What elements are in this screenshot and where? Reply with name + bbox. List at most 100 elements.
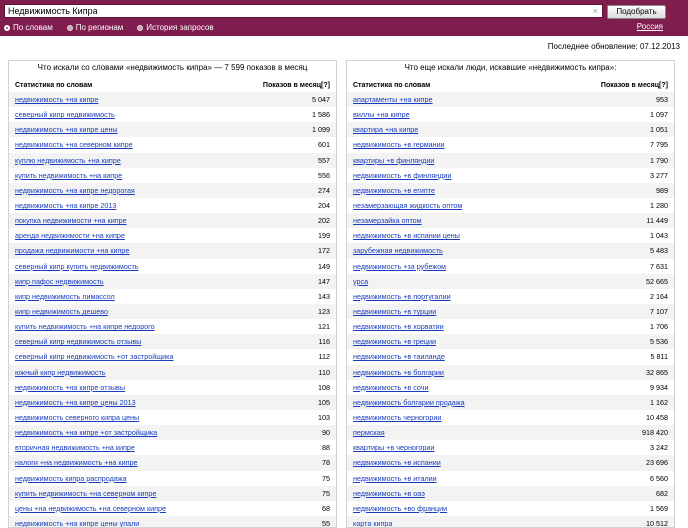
phrase-link[interactable]: недвижимость +в испании xyxy=(353,458,441,467)
table-row: северный кипр купить недвижимость 149 xyxy=(9,259,336,274)
table-row: незамерзающая жидкость оптом 1 280 xyxy=(347,198,674,213)
impressions-count: 556 xyxy=(318,170,330,180)
clear-icon[interactable]: × xyxy=(593,5,598,17)
table-row: недвижимость +на кипре 5 047 xyxy=(9,92,336,108)
impressions-count: 6 560 xyxy=(650,473,668,483)
radio-icon[interactable] xyxy=(66,25,73,31)
table-row: куплю недвижимость +на кипре 557 xyxy=(9,152,336,168)
phrase-link[interactable]: недвижимость +на кипре +от застройщика xyxy=(15,428,157,437)
impressions-count: 75 xyxy=(322,473,330,483)
phrase-link[interactable]: недвижимость +на кипре отзывы xyxy=(15,383,125,392)
submit-button[interactable]: Подобрать xyxy=(607,5,666,19)
phrase-link[interactable]: кипр недвижимость дешево xyxy=(15,307,108,316)
phrase-link[interactable]: цены +на недвижимость +на северном кипре xyxy=(15,504,166,513)
phrase-link[interactable]: недвижимость +в египте xyxy=(353,186,435,195)
phrase-link[interactable]: недвижимость северного кипра цены xyxy=(15,413,139,422)
phrase-link[interactable]: северный кипр недвижимость xyxy=(15,110,115,119)
phrase-link[interactable]: недвижимость +в финляндии xyxy=(353,171,451,180)
phrase-link[interactable]: северный кипр недвижимость отзывы xyxy=(15,337,141,346)
mode-label: История запросов xyxy=(146,23,214,32)
phrase-link[interactable]: купить недвижимость +на кипре недорого xyxy=(15,322,155,331)
impressions-count: 147 xyxy=(318,276,330,286)
panel-title: Что искали со словами «недвижимость кипр… xyxy=(37,63,308,72)
phrase-link[interactable]: виллы +на кипре xyxy=(353,110,410,119)
phrase-link[interactable]: квартиры +в черногории xyxy=(353,443,434,452)
phrase-link[interactable]: урса xyxy=(353,277,368,286)
impressions-count: 5 811 xyxy=(650,352,668,362)
phrase-link[interactable]: северный кипр купить недвижимость xyxy=(15,262,139,271)
radio-icon[interactable] xyxy=(4,25,10,31)
phrase-link[interactable]: зарубежная недвижимость xyxy=(353,246,443,255)
phrase-link[interactable]: квартиры +в финляндии xyxy=(353,156,434,165)
phrase-link[interactable]: незамерзающая жидкость оптом xyxy=(353,201,462,210)
phrase-link[interactable]: незамерзайка оптом xyxy=(353,216,422,225)
table-row: недвижимость +на кипре цены упали 55 xyxy=(9,515,336,528)
phrase-link[interactable]: южный кипр недвижимость xyxy=(15,368,106,377)
impressions-count: 7 631 xyxy=(650,261,668,271)
phrase-link[interactable]: вторичная недвижимость +на кипре xyxy=(15,443,135,452)
phrase-link[interactable]: недвижимость +в оаэ xyxy=(353,489,425,498)
mode-label: По регионам xyxy=(75,23,124,32)
col-phrase: Статистика по словам xyxy=(15,82,93,89)
mode-option[interactable]: По регионам xyxy=(66,22,124,34)
phrase-link[interactable]: недвижимость +в португалии xyxy=(353,292,451,301)
phrase-link[interactable]: купить недвижимость +на северном кипре xyxy=(15,489,156,498)
impressions-count: 7 795 xyxy=(650,140,668,150)
phrase-link[interactable]: недвижимость +на кипре цены 2013 xyxy=(15,398,136,407)
impressions-count: 143 xyxy=(318,291,330,301)
phrase-link[interactable]: недвижимость +в испании цены xyxy=(353,231,460,240)
phrase-link[interactable]: недвижимость черногории xyxy=(353,413,441,422)
mode-label: По словам xyxy=(13,23,53,32)
phrase-link[interactable]: апартаменты +на кипре xyxy=(353,95,433,104)
phrase-link[interactable]: покупка недвижимости +на кипре xyxy=(15,216,127,225)
impressions-count: 55 xyxy=(322,519,330,528)
phrase-link[interactable]: недвижимость +на кипре недорогая xyxy=(15,186,135,195)
phrase-link[interactable]: кипр пафос недвижимость xyxy=(15,277,104,286)
impressions-count: 11 449 xyxy=(646,216,668,226)
table-row: цены +на недвижимость +на северном кипре… xyxy=(9,501,336,516)
phrase-link[interactable]: недвижимость +на кипре цены упали xyxy=(15,519,139,527)
phrase-link[interactable]: недвижимость +на кипре xyxy=(15,95,98,104)
impressions-count: 68 xyxy=(322,503,330,513)
phrase-link[interactable]: недвижимость +на северном кипре xyxy=(15,140,133,149)
phrase-link[interactable]: квартира +на кипре xyxy=(353,125,418,134)
phrase-link[interactable]: недвижимость +в италии xyxy=(353,474,437,483)
phrase-link[interactable]: недвижимость +в болгарии xyxy=(353,368,444,377)
mode-option[interactable]: История запросов xyxy=(137,22,214,34)
phrase-link[interactable]: пермская xyxy=(353,428,385,437)
phrase-link[interactable]: недвижимость болгарии продажа xyxy=(353,398,465,407)
phrase-link[interactable]: недвижимость +на кипре цены xyxy=(15,125,118,134)
phrase-link[interactable]: аренда недвижимости +на кипре xyxy=(15,231,125,240)
phrase-link[interactable]: недвижимость +в германии xyxy=(353,140,445,149)
phrase-link[interactable]: недвижимость +в греции xyxy=(353,337,436,346)
phrase-link[interactable]: налоги +на недвижимость +на кипре xyxy=(15,458,137,467)
phrase-link[interactable]: кипр недвижимость лимассол xyxy=(15,292,115,301)
phrase-link[interactable]: недвижимость +в хорватии xyxy=(353,322,444,331)
impressions-count: 202 xyxy=(318,216,330,226)
radio-icon[interactable] xyxy=(137,25,144,31)
region-link[interactable]: Россия xyxy=(637,22,663,32)
phrase-link[interactable]: карта кипра xyxy=(353,519,392,527)
phrase-link[interactable]: недвижимость +в таиланде xyxy=(353,352,445,361)
phrase-link[interactable]: северный кипр недвижимость +от застройщи… xyxy=(15,352,173,361)
phrase-link[interactable]: недвижимость +на кипре 2013 xyxy=(15,201,116,210)
phrase-link[interactable]: недвижимость +за рубежом xyxy=(353,262,446,271)
phrase-link[interactable]: недвижимость +во франции xyxy=(353,504,447,513)
table-row: недвижимость +на кипре 2013 204 xyxy=(9,198,336,213)
phrase-link[interactable]: куплю недвижимость +на кипре xyxy=(15,156,121,165)
phrase-link[interactable]: недвижимость +в сочи xyxy=(353,383,429,392)
phrase-link[interactable]: недвижимость +в турции xyxy=(353,307,436,316)
impressions-count: 105 xyxy=(318,397,330,407)
column-header: Статистика по словам Показов в месяц[?] xyxy=(353,81,668,91)
related-panel: Что еще искали люди, искавшие «недвижимо… xyxy=(346,60,675,528)
phrase-link[interactable]: недвижимость кипра распродажа xyxy=(15,474,127,483)
impressions-count: 172 xyxy=(318,246,330,256)
phrase-link[interactable]: купить недвижимость +на кипре xyxy=(15,171,122,180)
mode-option[interactable]: По словам xyxy=(4,22,53,34)
phrase-link[interactable]: продажа недвижимости +на кипре xyxy=(15,246,129,255)
table-row: недвижимость +в италии 6 560 xyxy=(347,471,674,486)
impressions-count: 1 706 xyxy=(650,322,668,332)
impressions-count: 989 xyxy=(656,185,668,195)
impressions-count: 110 xyxy=(318,367,330,377)
search-input[interactable]: Недвижимость Кипра × xyxy=(4,4,603,18)
